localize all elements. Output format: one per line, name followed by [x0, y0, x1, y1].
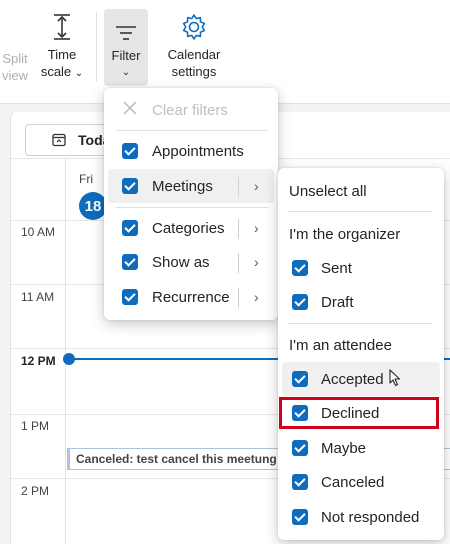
attendee-section-header: I'm an attendee	[289, 337, 392, 354]
meeting-filter-label: Accepted	[321, 370, 384, 388]
checkbox-checked[interactable]	[292, 260, 308, 276]
filter-item-appointments[interactable]: Appointments	[108, 134, 274, 168]
time-label: 1 PM	[21, 419, 50, 433]
time-label: 2 PM	[21, 484, 50, 498]
split-view-label-2: view	[1, 68, 28, 83]
menu-divider	[116, 207, 268, 208]
checkbox-checked[interactable]	[292, 294, 308, 310]
checkbox-checked[interactable]	[122, 289, 138, 305]
time-label: 12 PM	[21, 354, 56, 368]
filter-item-label: Recurrence	[152, 288, 230, 306]
chevron-right-icon: ›	[254, 220, 259, 236]
close-icon	[122, 100, 138, 120]
filter-label: Filter	[111, 48, 141, 63]
time-scale-label-2: scale ⌄	[40, 64, 84, 79]
unselect-all-label: Unselect all	[289, 182, 367, 200]
meeting-filter-sent[interactable]: Sent	[282, 251, 440, 285]
highlight-annotation	[279, 397, 439, 429]
checkbox-checked[interactable]	[122, 178, 138, 194]
menu-divider	[288, 211, 432, 212]
submenu-separator	[238, 288, 239, 308]
meeting-filter-canceled[interactable]: Canceled	[282, 465, 440, 499]
unselect-all-item[interactable]: Unselect all	[282, 174, 440, 208]
time-scale-icon	[51, 6, 73, 42]
meeting-filter-maybe[interactable]: Maybe	[282, 431, 440, 465]
filter-menu: Clear filters Appointments Meetings › Ca…	[104, 88, 278, 320]
current-time-dot	[63, 353, 75, 365]
organizer-section-header: I'm the organizer	[289, 226, 401, 243]
calendar-today-icon	[52, 133, 66, 150]
meeting-filter-not-responded[interactable]: Not responded	[282, 500, 440, 534]
calendar-settings-label-1: Calendar	[167, 47, 221, 62]
meeting-filter-label: Canceled	[321, 473, 385, 491]
time-column-divider	[65, 158, 66, 544]
time-scale-label-1: Time	[47, 47, 77, 62]
filter-item-categories[interactable]: Categories ›	[108, 211, 274, 245]
checkbox-checked[interactable]	[292, 371, 308, 387]
ribbon-separator	[96, 12, 97, 82]
clear-filters-label: Clear filters	[152, 101, 228, 119]
submenu-separator	[238, 177, 239, 197]
filter-item-meetings[interactable]: Meetings ›	[108, 169, 274, 203]
calendar-settings-label-2: settings	[171, 64, 217, 79]
menu-divider	[288, 323, 432, 324]
day-name: Fri	[79, 172, 93, 186]
menu-divider	[116, 130, 268, 131]
calendar-settings-button[interactable]: Calendar settings	[164, 6, 224, 80]
meeting-filter-label: Sent	[321, 259, 352, 277]
meetings-submenu: Unselect all I'm the organizer Sent Draf…	[278, 168, 444, 540]
time-label: 11 AM	[21, 290, 55, 304]
filter-item-label: Meetings	[152, 177, 213, 195]
chevron-down-icon: ⌄	[121, 67, 131, 78]
filter-icon	[114, 9, 138, 43]
gear-icon	[179, 6, 209, 42]
checkbox-checked[interactable]	[292, 440, 308, 456]
chevron-right-icon: ›	[254, 289, 259, 305]
mouse-pointer-icon	[389, 369, 401, 392]
split-view-button[interactable]: Split view	[0, 6, 30, 84]
filter-item-show-as[interactable]: Show as ›	[108, 245, 274, 279]
meeting-filter-draft[interactable]: Draft	[282, 285, 440, 319]
meeting-filter-label: Not responded	[321, 508, 420, 526]
checkbox-checked[interactable]	[292, 474, 308, 490]
filter-item-label: Appointments	[152, 142, 244, 160]
meeting-filter-label: Draft	[321, 293, 354, 311]
chevron-right-icon: ›	[254, 178, 259, 194]
checkbox-checked[interactable]	[292, 509, 308, 525]
split-view-label-1: Split	[2, 51, 28, 66]
meeting-filter-label: Maybe	[321, 439, 367, 457]
checkbox-checked[interactable]	[122, 143, 138, 159]
filter-item-label: Show as	[152, 253, 210, 271]
time-label: 10 AM	[21, 225, 56, 239]
submenu-separator	[238, 253, 239, 273]
chevron-down-icon: ⌄	[74, 68, 84, 79]
meeting-filter-accepted[interactable]: Accepted	[282, 362, 440, 396]
filter-item-label: Categories	[152, 219, 225, 237]
submenu-separator	[238, 219, 239, 239]
filter-button[interactable]: Filter ⌄	[104, 9, 148, 86]
checkbox-checked[interactable]	[122, 254, 138, 270]
chevron-right-icon: ›	[254, 254, 259, 270]
time-scale-button[interactable]: Time scale ⌄	[38, 6, 86, 82]
day-number[interactable]: 18	[79, 192, 107, 220]
filter-item-recurrence[interactable]: Recurrence ›	[108, 280, 274, 314]
checkbox-checked[interactable]	[122, 220, 138, 236]
clear-filters-item[interactable]: Clear filters	[108, 93, 274, 127]
